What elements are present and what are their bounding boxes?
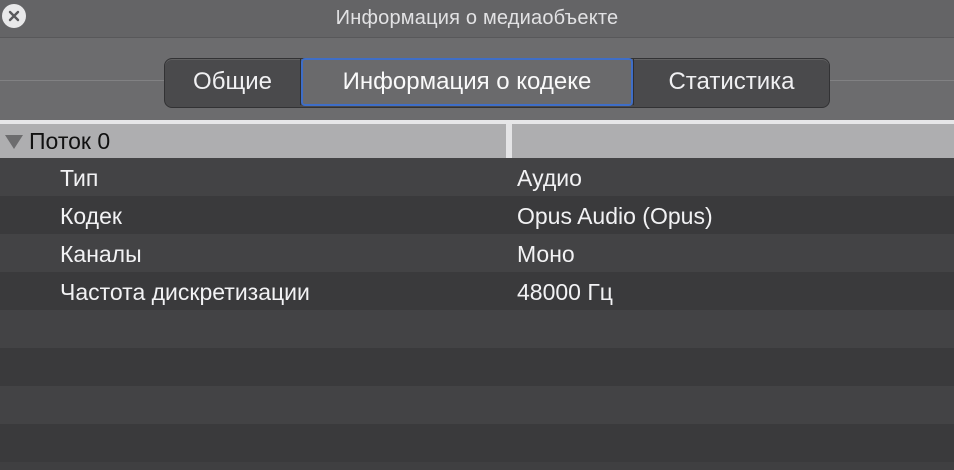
list-item — [0, 386, 954, 424]
tab-segmented-control: Общие Информация о кодеке Статистика — [164, 58, 830, 108]
list-item: Частота дискретизации 48000 Гц — [0, 272, 954, 310]
media-info-window: Информация о медиаобъекте Общие Информац… — [0, 0, 954, 470]
property-value: 48000 Гц — [517, 279, 613, 305]
list-item — [0, 424, 954, 462]
tab-codec-info[interactable]: Информация о кодеке — [301, 58, 633, 106]
property-value: Аудио — [517, 165, 582, 191]
property-value: Моно — [517, 241, 575, 267]
property-value: Opus Audio (Opus) — [517, 203, 713, 229]
disclosure-triangle-icon[interactable] — [5, 135, 23, 149]
property-name: Тип — [60, 165, 99, 191]
list-item: Кодек Opus Audio (Opus) — [0, 196, 954, 234]
tab-statistics[interactable]: Статистика — [633, 59, 829, 105]
property-name: Кодек — [60, 203, 122, 229]
stream-header-row[interactable]: Поток 0 — [0, 124, 954, 158]
toolbar: Общие Информация о кодеке Статистика — [0, 38, 954, 122]
list-item — [0, 348, 954, 386]
list-item: Тип Аудио — [0, 158, 954, 196]
title-bar: Информация о медиаобъекте — [0, 0, 954, 38]
stream-header-label: Поток 0 — [29, 128, 111, 154]
list-item — [0, 310, 954, 348]
property-name: Частота дискретизации — [60, 279, 310, 305]
property-name: Каналы — [60, 241, 142, 267]
tab-general[interactable]: Общие — [165, 59, 301, 105]
stream-details-list: Тип Аудио Кодек Opus Audio (Opus) Каналы… — [0, 158, 954, 462]
list-item: Каналы Моно — [0, 234, 954, 272]
window-title: Информация о медиаобъекте — [335, 7, 619, 29]
column-divider[interactable] — [506, 124, 512, 158]
